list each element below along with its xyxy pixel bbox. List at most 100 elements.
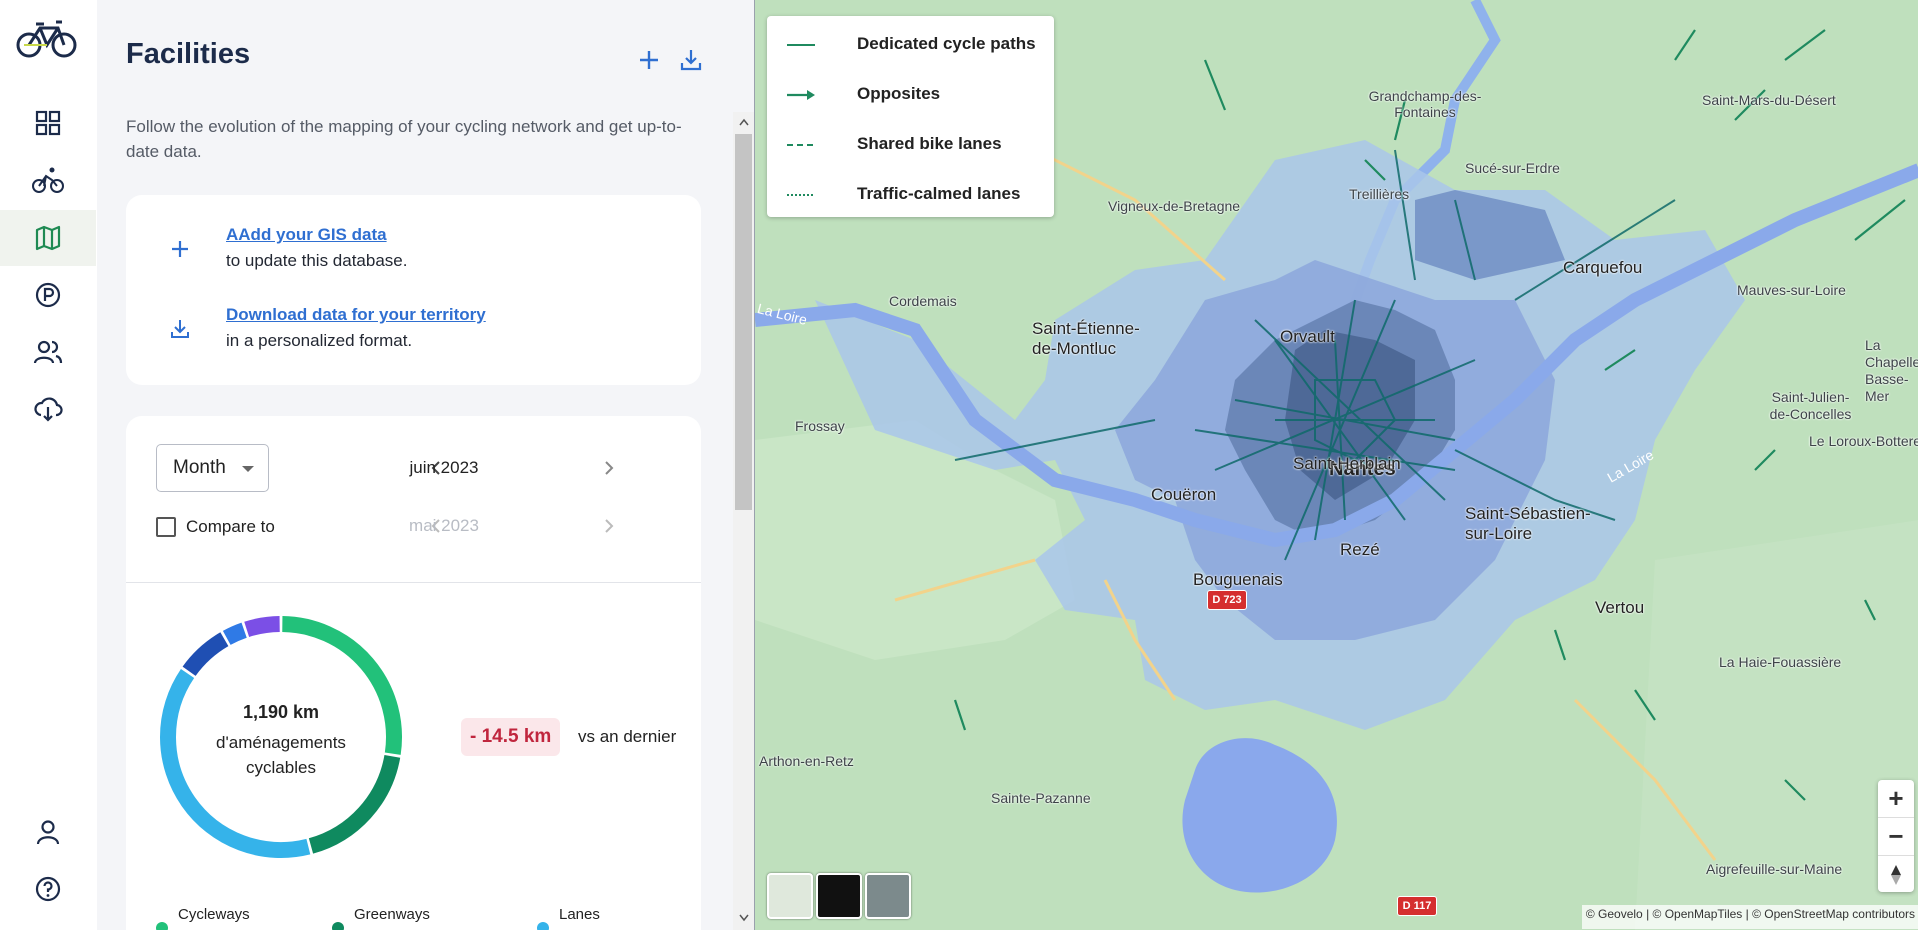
geovelo-logo[interactable]: [16, 16, 82, 68]
legend-row-opposites: Opposites: [767, 80, 1054, 110]
chevron-down-icon: [242, 466, 254, 472]
total-caption: d'aménagements cyclables: [216, 733, 346, 777]
legend-cycleways: Cycleways: [178, 906, 250, 923]
label-mauves: Mauves-sur-Loire: [1737, 282, 1846, 298]
zoom-controls: + −: [1878, 780, 1914, 892]
nav-facilities[interactable]: [0, 210, 96, 266]
solid-line-icon: [787, 44, 815, 46]
nav-parking[interactable]: [0, 267, 96, 323]
nav-dashboard[interactable]: [0, 95, 96, 151]
download-data-link[interactable]: Download data for your territory: [226, 305, 486, 325]
label-saint-julien: Saint-Julien-de-Concelles: [1769, 389, 1852, 422]
page-title: Facilities: [126, 38, 251, 70]
legend-dot-lanes: [537, 922, 549, 930]
label-treillieres: Treillières: [1349, 186, 1410, 202]
donut-slice-other-4: [222, 622, 247, 645]
style-dark-thumbnail[interactable]: [816, 873, 862, 919]
facilities-map[interactable]: Nantes Rezé Saint-Herblain Saint-Sébasti…: [754, 0, 1918, 930]
legend-row-shared: Shared bike lanes: [767, 130, 1054, 160]
add-gis-action: AAdd your GIS data to update this databa…: [126, 225, 701, 285]
nav-account[interactable]: [0, 804, 96, 860]
download-button[interactable]: [675, 44, 707, 76]
label-sainte-pazanne: Sainte-Pazanne: [991, 790, 1091, 806]
label-saint-herblain: Saint-Herblain: [1293, 454, 1401, 473]
stats-card: Month juin 2023 Compare to mai 2023 1,19…: [126, 416, 701, 930]
next-period-button[interactable]: [599, 458, 619, 478]
arrow-line-icon: [787, 90, 815, 100]
users-icon: [33, 340, 63, 364]
download-icon: [166, 315, 194, 343]
total-length: 1,190 km: [242, 702, 320, 722]
label-orvault: Orvault: [1280, 327, 1335, 346]
label-saint-sebastien: Saint-Sébastien-sur-Loire: [1465, 504, 1591, 543]
user-icon: [36, 820, 60, 845]
legend-dot-cycleways: [156, 922, 168, 930]
label-aigrefeuille: Aigrefeuille-sur-Maine: [1706, 861, 1843, 877]
nav-community[interactable]: [0, 324, 96, 380]
add-gis-link[interactable]: AAdd your GIS data: [226, 225, 387, 245]
download-data-sub: in a personalized format.: [226, 331, 413, 350]
intro-text: Follow the evolution of the mapping of y…: [126, 117, 682, 161]
road-badge-d723: D 723: [1207, 590, 1247, 610]
label-saint-mars: Saint-Mars-du-Désert: [1702, 92, 1836, 108]
nav-cyclists[interactable]: [0, 152, 96, 208]
legend-calmed-label: Traffic-calmed lanes: [857, 184, 1021, 203]
chevron-right-icon: [605, 461, 614, 475]
zoom-out-button[interactable]: −: [1878, 818, 1914, 856]
label-bouguenais: Bouguenais: [1193, 570, 1283, 589]
compare-checkbox[interactable]: [156, 517, 176, 537]
zoom-in-button[interactable]: +: [1878, 780, 1914, 818]
scroll-up-icon[interactable]: [733, 112, 754, 132]
legend-greenways: Greenways: [354, 906, 430, 923]
label-arthon: Arthon-en-Retz: [759, 753, 854, 769]
map-icon: [35, 225, 61, 251]
next-compare-button[interactable]: [599, 516, 619, 536]
plus-icon: [640, 51, 658, 69]
dashed-line-icon: [787, 144, 815, 146]
chevron-right-icon: [605, 519, 614, 533]
nav-exports[interactable]: [0, 381, 96, 437]
scroll-thumb[interactable]: [735, 134, 752, 510]
label-saint-etienne: Saint-Étienne-de-Montluc: [1032, 319, 1140, 358]
nav-rail: [0, 0, 98, 930]
legend-row-calmed: Traffic-calmed lanes: [767, 180, 1054, 210]
cyclist-icon: [32, 167, 64, 193]
donut-slice-other-5: [244, 616, 281, 638]
legend-dedicated-label: Dedicated cycle paths: [857, 34, 1036, 53]
delta-caption: vs an dernier: [578, 727, 677, 746]
compass-button[interactable]: [1878, 856, 1914, 893]
download-icon: [680, 50, 702, 71]
period-select[interactable]: Month: [156, 444, 269, 492]
current-period: juin 2023: [409, 458, 479, 477]
road-badge-d117: D 117: [1397, 896, 1437, 916]
panel-scrollbar[interactable]: [733, 112, 754, 930]
label-carquefou: Carquefou: [1563, 258, 1643, 277]
delta-badge: - 14.5 km: [461, 718, 561, 756]
help-icon: [35, 876, 61, 902]
label-la-haie: La Haie-Fouassière: [1719, 654, 1842, 670]
add-button[interactable]: [633, 44, 665, 76]
label-suce: Sucé-sur-Erdre: [1465, 160, 1560, 176]
style-light-thumbnail[interactable]: [767, 873, 813, 919]
compass-icon: [1891, 864, 1901, 885]
nav-help[interactable]: [0, 861, 96, 917]
label-coueron: Couëron: [1151, 485, 1217, 504]
legend-opposites-label: Opposites: [857, 84, 941, 103]
download-data-action: Download data for your territory in a pe…: [126, 305, 701, 365]
scroll-down-icon[interactable]: [733, 908, 754, 928]
label-frossay: Frossay: [795, 418, 845, 434]
app-window: Facilities Follow the evolution of the m…: [0, 0, 1918, 930]
parking-icon: [35, 282, 61, 308]
style-satellite-thumbnail[interactable]: [865, 873, 911, 919]
label-grandchamp: Grandchamp-des-Fontaines: [1368, 88, 1482, 120]
legend-shared-label: Shared bike lanes: [857, 134, 1002, 153]
label-vertou: Vertou: [1595, 598, 1645, 617]
plus-icon: [166, 235, 194, 263]
label-reze: Rezé: [1340, 540, 1380, 559]
legend-dot-greenways: [332, 922, 344, 930]
label-le-loroux: Le Loroux-Bottereau: [1809, 433, 1918, 449]
cloud-download-icon: [34, 397, 63, 422]
actions-card: AAdd your GIS data to update this databa…: [126, 195, 701, 385]
facilities-panel: Facilities Follow the evolution of the m…: [97, 0, 754, 930]
label-la-chapelle: La Chapelle-Basse-Mer: [1865, 337, 1918, 404]
